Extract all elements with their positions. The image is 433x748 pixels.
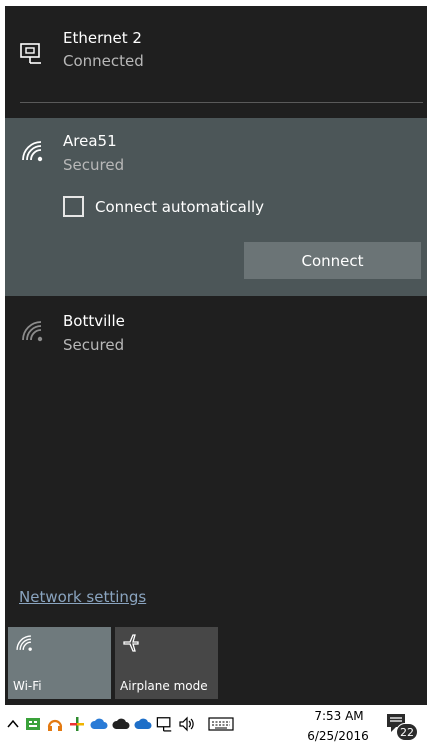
wifi-icon [19, 138, 45, 164]
connect-automatically-label: Connect automatically [95, 198, 265, 216]
plus-app-icon[interactable] [68, 715, 86, 733]
clock-date[interactable]: 6/25/2016 [302, 729, 374, 743]
network-name: Area51 [63, 132, 117, 150]
network-item-bottville[interactable]: Bottville Secured [5, 302, 427, 362]
airplane-icon [121, 633, 141, 653]
network-settings-link[interactable]: Network settings [19, 588, 146, 606]
wifi-tile-label: Wi-Fi [13, 679, 42, 693]
network-status: Secured [63, 156, 125, 174]
network-icon[interactable] [156, 715, 174, 733]
notification-count-badge: 22 [396, 723, 418, 741]
network-status: Secured [63, 336, 125, 354]
action-center-button[interactable]: 22 [384, 711, 418, 743]
chevron-up-icon[interactable] [4, 715, 22, 733]
network-item-ethernet[interactable]: Ethernet 2 Connected [5, 6, 427, 96]
airplane-tile-label: Airplane mode [120, 679, 208, 693]
volume-icon[interactable] [178, 715, 196, 733]
ethernet-icon [19, 40, 45, 66]
wifi-icon [19, 318, 45, 344]
connect-button[interactable]: Connect [244, 242, 421, 279]
clock-time[interactable]: 7:53 AM [310, 709, 368, 723]
cloud-icon[interactable] [90, 715, 108, 733]
onedrive-icon[interactable] [134, 715, 152, 733]
connect-automatically-checkbox[interactable] [63, 196, 84, 217]
wifi-tile[interactable]: Wi-Fi [8, 627, 111, 699]
keyboard-icon[interactable] [208, 715, 234, 733]
airplane-mode-tile[interactable]: Airplane mode [115, 627, 218, 699]
network-flyout: Ethernet 2 Connected Area51 Secured Conn… [5, 6, 427, 705]
cloud-dark-icon[interactable] [112, 715, 130, 733]
divider [20, 102, 423, 103]
app-green-icon[interactable] [24, 715, 42, 733]
wifi-icon [14, 633, 34, 653]
taskbar: 7:53 AM 6/25/2016 22 [0, 705, 433, 748]
network-name: Ethernet 2 [63, 29, 142, 47]
network-status: Connected [63, 52, 144, 70]
network-name: Bottville [63, 312, 125, 330]
headphones-icon[interactable] [46, 715, 64, 733]
